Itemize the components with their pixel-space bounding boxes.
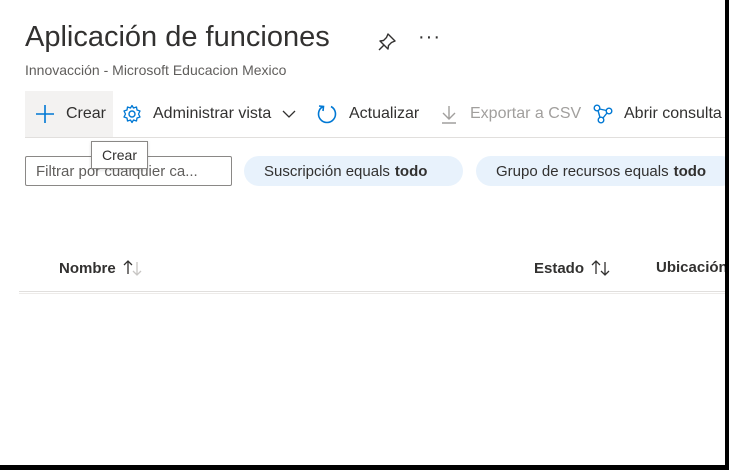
download-icon bbox=[442, 106, 456, 124]
subscription-filter-label: Suscripción equals bbox=[264, 162, 390, 180]
page-title: Aplicación de funciones bbox=[25, 21, 330, 53]
resource-group-filter-pill[interactable]: Grupo de recursos equals todo bbox=[476, 156, 725, 186]
create-button[interactable]: Crear bbox=[25, 91, 113, 137]
sort-icon bbox=[123, 260, 142, 276]
app-frame: Aplicación de funciones ··· Innovacción … bbox=[0, 0, 725, 465]
column-header-name[interactable]: Nombre bbox=[59, 259, 144, 277]
resource-group-filter-value: todo bbox=[673, 162, 707, 180]
column-header-name-label: Nombre bbox=[59, 259, 116, 277]
command-bar: Crear Administrar vista Actualizar Expor… bbox=[25, 91, 725, 138]
subscription-filter-pill[interactable]: Suscripción equals todo bbox=[244, 156, 463, 186]
column-header-status-label: Estado bbox=[534, 259, 585, 277]
export-csv-button[interactable]: Exportar a CSV bbox=[438, 91, 581, 137]
manage-view-button[interactable]: Administrar vista bbox=[121, 91, 297, 137]
open-query-button[interactable]: Abrir consulta bbox=[592, 91, 722, 137]
column-header-location-label: Ubicación bbox=[656, 259, 725, 276]
chevron-down-icon bbox=[282, 110, 296, 118]
query-graph-icon bbox=[593, 104, 613, 124]
column-header-status[interactable]: Estado bbox=[534, 259, 612, 277]
create-label: Crear bbox=[66, 105, 107, 122]
pin-icon[interactable] bbox=[376, 31, 398, 53]
subscription-filter-value: todo bbox=[394, 162, 428, 180]
table-header-divider-shadow bbox=[19, 293, 725, 294]
more-options-icon[interactable]: ··· bbox=[418, 26, 441, 49]
open-query-label: Abrir consulta bbox=[624, 105, 722, 122]
page-subtitle: Innovacción - Microsoft Educacion Mexico bbox=[25, 62, 287, 78]
gear-icon bbox=[123, 104, 141, 124]
export-csv-label: Exportar a CSV bbox=[470, 105, 582, 122]
sort-icon bbox=[591, 260, 610, 276]
refresh-button[interactable]: Actualizar bbox=[315, 91, 419, 137]
resource-group-filter-label: Grupo de recursos equals bbox=[496, 162, 669, 180]
create-tooltip: Crear bbox=[91, 141, 149, 169]
table-header-divider bbox=[19, 291, 725, 292]
refresh-icon bbox=[317, 105, 337, 124]
manage-view-label: Administrar vista bbox=[153, 105, 272, 122]
plus-icon bbox=[36, 105, 54, 123]
column-header-location[interactable]: Ubicación bbox=[656, 259, 725, 276]
refresh-label: Actualizar bbox=[349, 105, 420, 122]
breadcrumb-fragment bbox=[24, 0, 724, 4]
